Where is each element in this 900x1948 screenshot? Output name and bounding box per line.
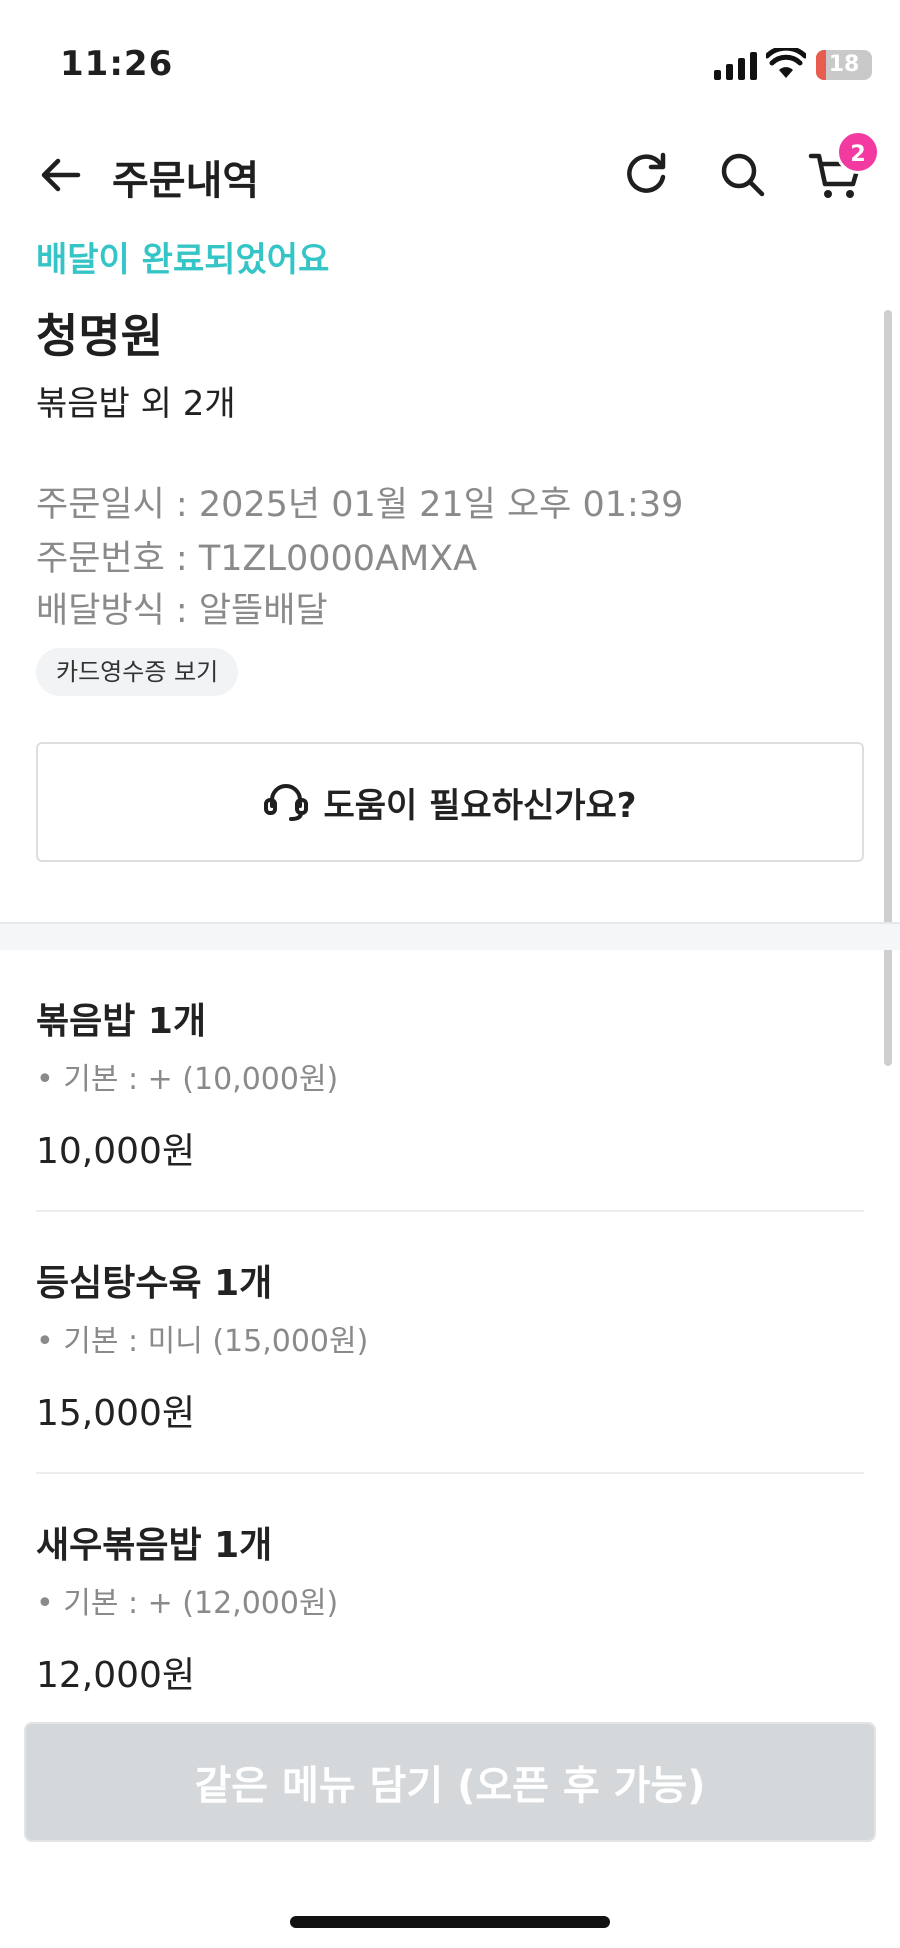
- section-divider: [0, 922, 900, 950]
- order-date: 주문일시 : 2025년 01월 21일 오후 01:39: [36, 485, 684, 525]
- item-option: • 기본 : + (10,000원): [36, 1062, 339, 1097]
- list-item: 새우볶음밥 1개 • 기본 : + (12,000원) 12,000원: [36, 1474, 864, 1736]
- cellular-signal-icon: [714, 52, 757, 80]
- delivery-status: 배달이 완료되었어요: [36, 240, 330, 280]
- back-arrow-icon[interactable]: [36, 150, 86, 200]
- refresh-icon[interactable]: [620, 148, 672, 200]
- item-price: 15,000원: [36, 1393, 196, 1434]
- item-name: 새우볶음밥 1개: [36, 1525, 273, 1566]
- status-time: 11:26: [60, 44, 174, 84]
- headset-icon: [264, 784, 309, 821]
- page-title: 주문내역: [112, 158, 260, 204]
- reorder-same-menu-button[interactable]: 같은 메뉴 담기 (오픈 후 가능): [24, 1722, 876, 1842]
- cart-count-badge: 2: [836, 130, 880, 174]
- store-name: 청명원: [36, 309, 163, 363]
- order-summary: 볶음밥 외 2개: [36, 384, 236, 424]
- battery-level: 18: [828, 52, 860, 77]
- delivery-method: 배달방식 : 알뜰배달: [36, 591, 328, 631]
- help-label: 도움이 필요하신가요?: [323, 785, 637, 826]
- item-name: 등심탕수육 1개: [36, 1263, 273, 1304]
- scrollbar[interactable]: [884, 310, 892, 1066]
- item-price: 12,000원: [36, 1655, 196, 1696]
- item-name: 볶음밥 1개: [36, 1001, 207, 1042]
- list-item: 볶음밥 1개 • 기본 : + (10,000원) 10,000원: [36, 950, 864, 1212]
- status-bar: 11:26 18: [0, 0, 900, 120]
- wifi-icon: [766, 48, 806, 78]
- help-button[interactable]: 도움이 필요하신가요?: [36, 742, 864, 862]
- item-option: • 기본 : 미니 (15,000원): [36, 1324, 369, 1359]
- item-option: • 기본 : + (12,000원): [36, 1586, 339, 1621]
- home-indicator: [290, 1916, 610, 1928]
- order-number: 주문번호 : T1ZL0000AMXA: [36, 539, 478, 579]
- item-price: 10,000원: [36, 1131, 196, 1172]
- cart-button[interactable]: 2: [808, 130, 880, 206]
- list-item: 등심탕수육 1개 • 기본 : 미니 (15,000원) 15,000원: [36, 1212, 864, 1474]
- card-receipt-button[interactable]: 카드영수증 보기: [36, 648, 239, 696]
- battery-icon: 18: [816, 50, 872, 80]
- nav-bar: 주문내역 2: [0, 130, 900, 220]
- search-icon[interactable]: [716, 148, 768, 200]
